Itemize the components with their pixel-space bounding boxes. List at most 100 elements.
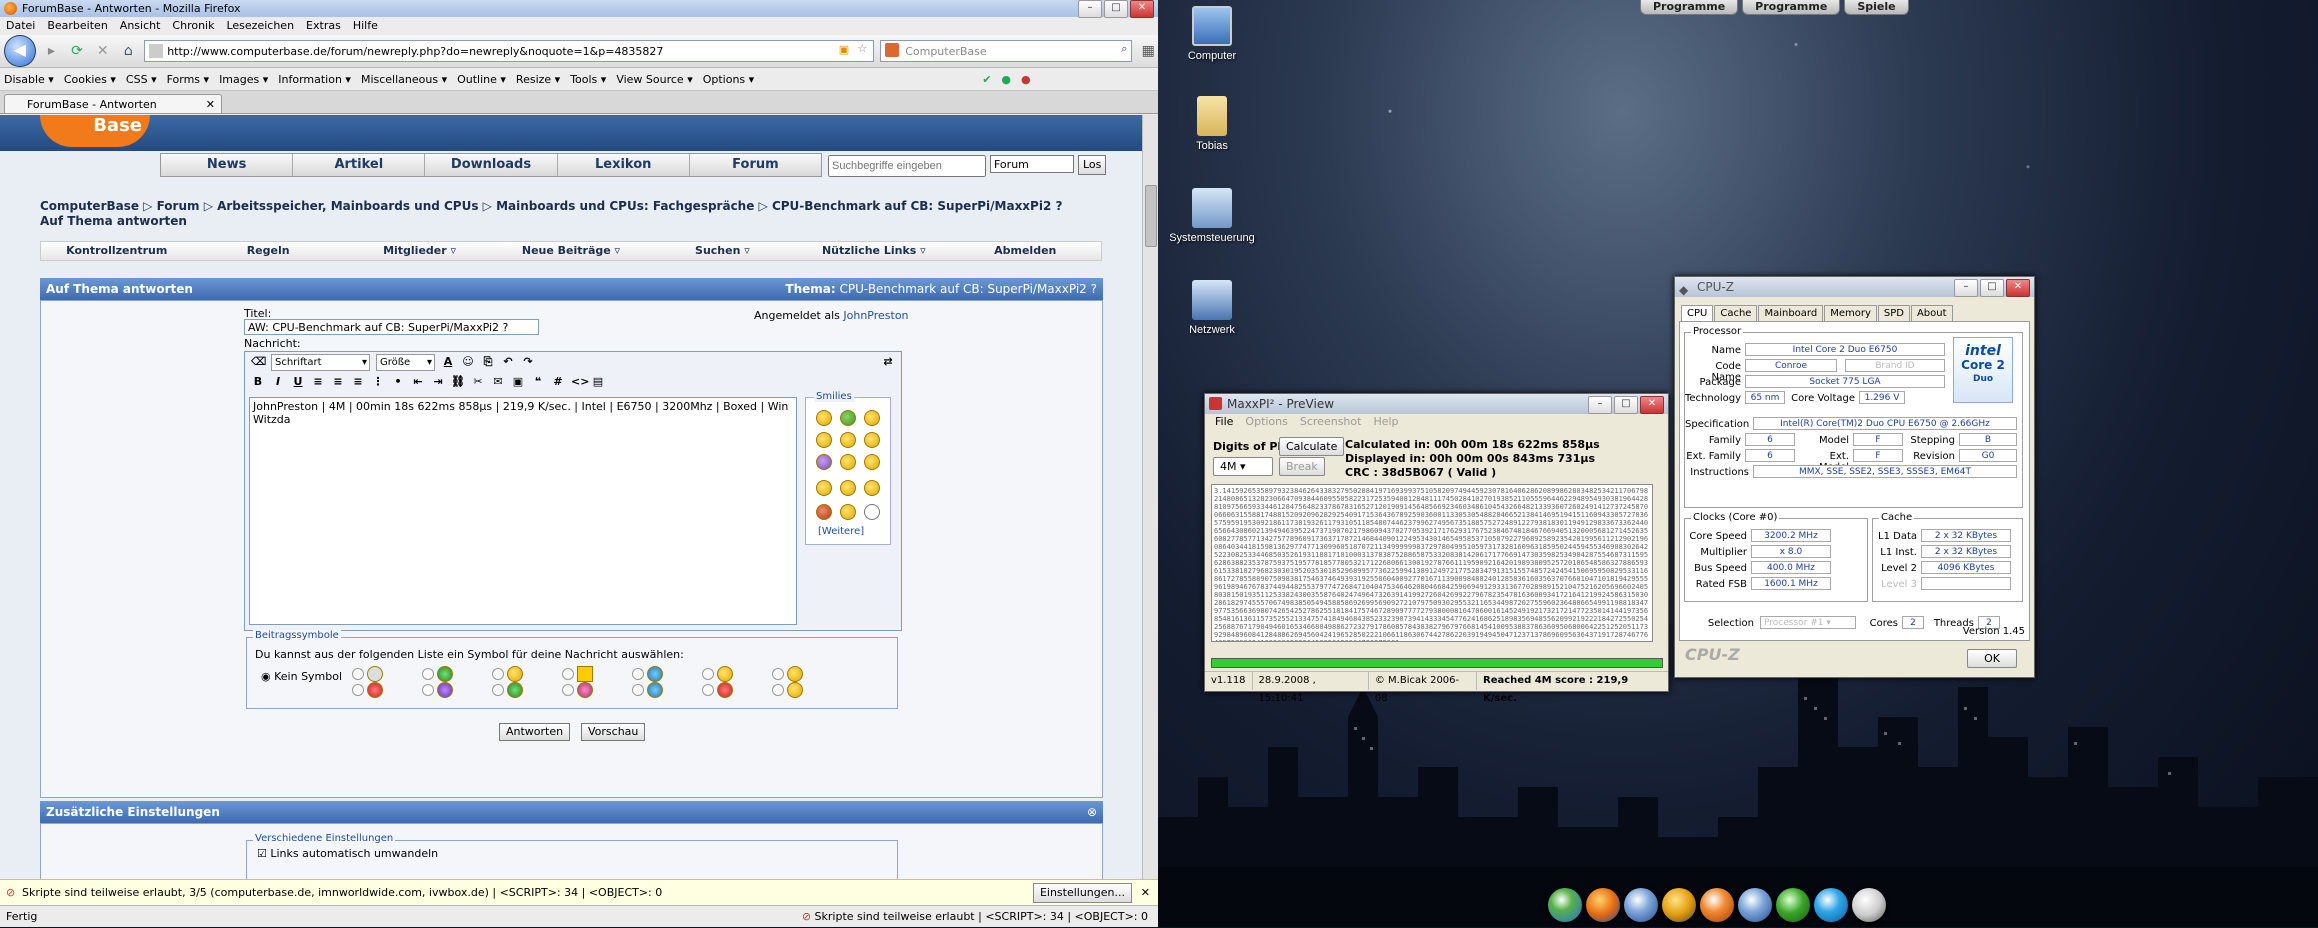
firefox-dock-icon[interactable] <box>1586 888 1620 922</box>
radio-icon[interactable] <box>352 668 364 680</box>
post-icon[interactable] <box>577 682 593 698</box>
forward-arrow-icon[interactable]: ▸ <box>42 41 62 61</box>
dev-information[interactable]: Information ▾ <box>278 73 351 86</box>
search-engine-icon[interactable] <box>885 43 900 57</box>
url-input[interactable]: http://www.computerbase.de/forum/newrepl… <box>144 40 875 62</box>
stop-icon[interactable]: ✕ <box>93 41 113 61</box>
smiley-icon[interactable] <box>816 454 832 470</box>
ordered-list-icon[interactable]: ⋮ <box>371 375 385 389</box>
radio-icon[interactable] <box>772 684 784 696</box>
unordered-list-icon[interactable]: • <box>391 375 405 389</box>
site-search-input[interactable] <box>828 155 986 177</box>
window-title-bar[interactable]: ForumBase - Antworten - Mozilla Firefox … <box>0 0 1158 18</box>
smiley-icon[interactable] <box>864 454 880 470</box>
menu-bearbeiten[interactable]: Bearbeiten <box>47 17 107 35</box>
desktop-icon-tobias[interactable]: Tobias <box>1162 96 1262 152</box>
radio-icon[interactable] <box>492 684 504 696</box>
tab-programme-2[interactable]: Programme <box>1742 0 1841 15</box>
minimize-button[interactable]: – <box>1954 279 1978 297</box>
radio-icon[interactable] <box>702 684 714 696</box>
extra-settings-header[interactable]: Zusätzliche Einstellungen ⊗ <box>40 801 1103 823</box>
smiley-icon[interactable] <box>840 454 856 470</box>
radio-icon[interactable] <box>352 684 364 696</box>
maximize-button[interactable]: □ <box>1614 396 1638 414</box>
smiley-icon[interactable] <box>816 504 832 520</box>
post-icon[interactable] <box>787 666 803 682</box>
dev-options[interactable]: Options ▾ <box>703 73 754 86</box>
desktop-icon-computer[interactable]: Computer <box>1162 6 1262 62</box>
thunderbird-dock-icon[interactable] <box>1624 888 1658 922</box>
tab-programme-1[interactable]: Programme <box>1640 0 1739 15</box>
outdent-icon[interactable]: ⇤ <box>411 375 425 389</box>
collapse-icon[interactable]: ⊗ <box>1087 801 1097 823</box>
maximize-button[interactable]: □ <box>1980 279 2004 297</box>
smiley-menu-icon[interactable]: ☺ <box>461 355 475 369</box>
smiley-icon[interactable] <box>816 480 832 496</box>
check-icon[interactable]: ✔ <box>982 73 991 86</box>
title-input[interactable]: AW: CPU-Benchmark auf CB: SuperPi/MaxxPi… <box>244 319 539 335</box>
nav-forum[interactable]: Forum <box>690 154 821 176</box>
breadcrumb-path[interactable]: ComputerBase ▷ Forum ▷ Arbeitsspeicher, … <box>40 199 1100 214</box>
dev-view-source[interactable]: View Source ▾ <box>616 73 692 86</box>
submit-reply-button[interactable]: Antworten <box>499 723 571 741</box>
radio-icon[interactable] <box>772 668 784 680</box>
radio-icon[interactable] <box>422 684 434 696</box>
tab-about[interactable]: About <box>1910 305 1953 322</box>
bookmark-star-icon[interactable]: ☆ <box>857 42 867 55</box>
tab-spiele[interactable]: Spiele <box>1844 0 1909 15</box>
error-icon[interactable]: ● <box>1021 73 1031 86</box>
post-icon[interactable] <box>367 666 383 682</box>
indent-icon[interactable]: ⇥ <box>431 375 445 389</box>
vertical-scrollbar[interactable] <box>1142 115 1158 879</box>
toggle-mode-icon[interactable]: ⇄ <box>881 355 895 369</box>
user-nav-suchen[interactable]: Suchen ▿ <box>647 242 798 260</box>
close-button[interactable]: ✕ <box>1640 396 1664 414</box>
maxxpi-title-bar[interactable]: MaxxPI² - PreView – □ ✕ <box>1205 394 1668 414</box>
close-notify-icon[interactable]: ✕ <box>1141 880 1150 906</box>
dev-disable[interactable]: Disable ▾ <box>4 73 54 86</box>
noscript-status-icon[interactable]: ⊘ <box>802 910 811 923</box>
dev-tools[interactable]: Tools ▾ <box>570 73 606 86</box>
user-nav-neue-beitraege[interactable]: Neue Beiträge ▿ <box>495 242 646 260</box>
ok-button[interactable]: OK <box>1967 649 2017 668</box>
user-nav-abmelden[interactable]: Abmelden <box>950 242 1101 260</box>
menu-extras[interactable]: Extras <box>306 17 341 35</box>
radio-icon[interactable] <box>492 668 504 680</box>
smiley-icon[interactable] <box>864 432 880 448</box>
code-icon[interactable]: <> <box>571 375 589 389</box>
message-textarea[interactable]: JohnPreston | 4M | 00min 18s 622ms 858µs… <box>249 397 797 625</box>
desktop-icon-netzwerk[interactable]: Netzwerk <box>1162 280 1262 336</box>
search-input[interactable]: ComputerBase ⌕ <box>880 40 1133 62</box>
link-icon[interactable]: ⛓ <box>451 375 465 389</box>
smiley-icon[interactable] <box>840 410 856 426</box>
icq-dock-icon[interactable] <box>1776 888 1810 922</box>
winamp-dock-icon[interactable] <box>1662 888 1696 922</box>
tab-forumbase[interactable]: ForumBase - Antworten ✕ <box>4 94 222 113</box>
home-icon[interactable]: ⌂ <box>119 41 139 61</box>
search-scope-select[interactable]: Forum <box>990 155 1074 173</box>
close-button[interactable]: ✕ <box>1130 0 1154 18</box>
close-button[interactable]: ✕ <box>2006 279 2030 297</box>
menu-file[interactable]: File <box>1215 414 1233 430</box>
search-go-button[interactable]: Los <box>1078 155 1107 175</box>
hash-icon[interactable]: # <box>551 375 565 389</box>
menu-datei[interactable]: Datei <box>6 17 35 35</box>
nav-lexikon[interactable]: Lexikon <box>558 154 690 176</box>
auto-links-checkbox[interactable]: ☑ Links automatisch umwandeln <box>257 847 438 860</box>
menu-help[interactable]: Help <box>1373 414 1398 430</box>
rss-icon[interactable]: ▣ <box>839 43 849 56</box>
windows-start-icon[interactable] <box>1548 888 1582 922</box>
smiley-icon[interactable] <box>840 480 856 496</box>
thema-link[interactable]: CPU-Benchmark auf CB: SuperPi/MaxxPi2 ? <box>840 282 1097 296</box>
smilies-more-link[interactable]: [Weitere] <box>818 526 864 537</box>
reload-icon[interactable]: ⟳ <box>67 41 87 61</box>
email-icon[interactable]: ✉ <box>491 375 505 389</box>
menu-ansicht[interactable]: Ansicht <box>120 17 161 35</box>
dev-forms[interactable]: Forms ▾ <box>167 73 209 86</box>
post-icon[interactable] <box>717 666 733 682</box>
radio-icon[interactable] <box>562 684 574 696</box>
break-button[interactable]: Break <box>1279 457 1325 476</box>
smiley-icon[interactable] <box>864 504 880 520</box>
nav-artikel[interactable]: Artikel <box>293 154 426 176</box>
php-icon[interactable]: ▤ <box>591 375 605 389</box>
